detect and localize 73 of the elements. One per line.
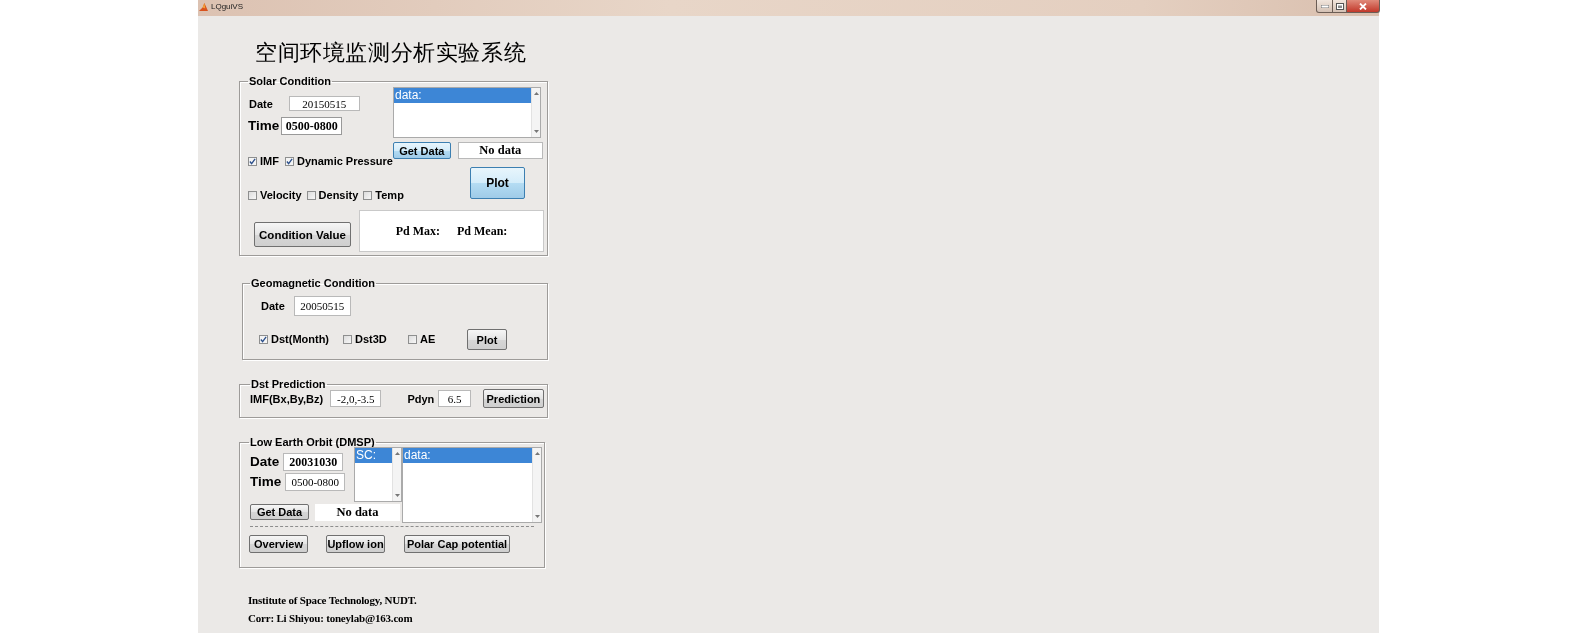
down-arrow-icon[interactable] <box>394 494 400 497</box>
minimize-button[interactable] <box>1316 0 1333 13</box>
condition-value-button[interactable]: Condition Value <box>254 222 351 247</box>
checkbox[interactable] <box>284 157 294 166</box>
checkbox-label: Density <box>318 189 359 202</box>
time-label: Time <box>248 119 280 133</box>
action-button[interactable]: Upflow ion <box>326 535 385 553</box>
app-heading: 空间环境监测分析实验系统 <box>254 39 527 67</box>
scrollbar[interactable] <box>532 448 541 522</box>
action-button[interactable]: Overview <box>249 535 308 553</box>
maximize-icon <box>1335 2 1344 10</box>
get-data-button[interactable]: Get Data <box>393 142 451 159</box>
close-icon <box>1359 2 1367 10</box>
down-arrow-icon[interactable] <box>533 130 539 133</box>
panel-title: Low Earth Orbit (DMSP) <box>249 436 376 449</box>
footer-text: Corr: Li Shiyou: toneylab@163.com <box>248 611 414 626</box>
checkbox-label: Velocity <box>260 189 302 202</box>
status-display: No data <box>315 504 400 521</box>
checkbox[interactable] <box>248 191 257 200</box>
panel-title: Dst Prediction <box>250 378 327 391</box>
scrollbar[interactable] <box>392 448 401 501</box>
footer-text: Institute of Space Technology, NUDT. <box>248 593 417 608</box>
down-arrow-icon[interactable] <box>534 515 540 518</box>
checkbox-label: Dst3D <box>355 333 387 346</box>
date-label: Date <box>249 96 273 111</box>
maximize-button[interactable] <box>1333 0 1347 13</box>
time-field[interactable]: 0500-0800 <box>285 473 346 491</box>
checkbox[interactable] <box>248 157 257 166</box>
close-button[interactable] <box>1347 0 1380 13</box>
checkbox-label: AE <box>420 333 436 346</box>
scrollbar[interactable] <box>531 88 540 137</box>
date-field[interactable]: 20050515 <box>293 296 351 316</box>
list-box[interactable]: SC: <box>354 447 402 502</box>
result-label: Pd Mean: <box>457 223 508 239</box>
list-item[interactable]: data: <box>394 88 531 103</box>
pdyn-label: Pdyn <box>407 391 435 406</box>
up-arrow-icon[interactable] <box>394 452 400 455</box>
time-field[interactable]: 0500-0800 <box>281 117 343 135</box>
imf-label: IMF(Bx,By,Bz) <box>250 391 324 406</box>
time-label: Time <box>250 475 282 489</box>
plot-button[interactable]: Plot <box>467 329 507 350</box>
checkbox-label: Dst(Month) <box>271 333 330 346</box>
list-box[interactable]: data: <box>402 447 542 523</box>
panel-title: Solar Condition <box>248 75 332 88</box>
pdyn-field[interactable]: 6.5 <box>438 390 471 407</box>
checkbox[interactable] <box>306 191 316 200</box>
panel-title: Geomagnetic Condition <box>250 277 377 290</box>
status-display: No data <box>457 142 543 159</box>
list-item[interactable]: SC: <box>355 448 392 463</box>
checkbox[interactable] <box>363 191 373 200</box>
window-title: LQguiVS <box>211 1 244 13</box>
prediction-button[interactable]: Prediction <box>482 389 544 408</box>
date-label: Date <box>261 299 285 313</box>
checkbox[interactable] <box>343 335 352 344</box>
checkbox-label: Dynamic Pressure <box>296 155 393 168</box>
app-icon <box>199 3 208 12</box>
list-item[interactable]: data: <box>403 448 532 463</box>
up-arrow-icon[interactable] <box>533 92 539 95</box>
checkbox-label: Temp <box>375 189 404 202</box>
list-box[interactable]: data: <box>393 87 541 138</box>
date-field[interactable]: 20031030 <box>283 453 344 471</box>
get-data-button[interactable]: Get Data <box>250 504 309 520</box>
imf-field[interactable]: -2,0,-3.5 <box>330 390 382 407</box>
date-label: Date <box>250 455 280 469</box>
date-field[interactable]: 20150515 <box>288 96 360 111</box>
plot-button[interactable]: Plot <box>470 167 525 199</box>
checkbox[interactable] <box>259 335 268 344</box>
checkbox-label: IMF <box>260 155 279 168</box>
checkbox[interactable] <box>408 335 417 344</box>
result-label: Pd Max: <box>395 223 440 239</box>
up-arrow-icon[interactable] <box>534 452 540 455</box>
minimize-icon <box>1320 4 1329 8</box>
action-button[interactable]: Polar Cap potential <box>404 535 510 553</box>
